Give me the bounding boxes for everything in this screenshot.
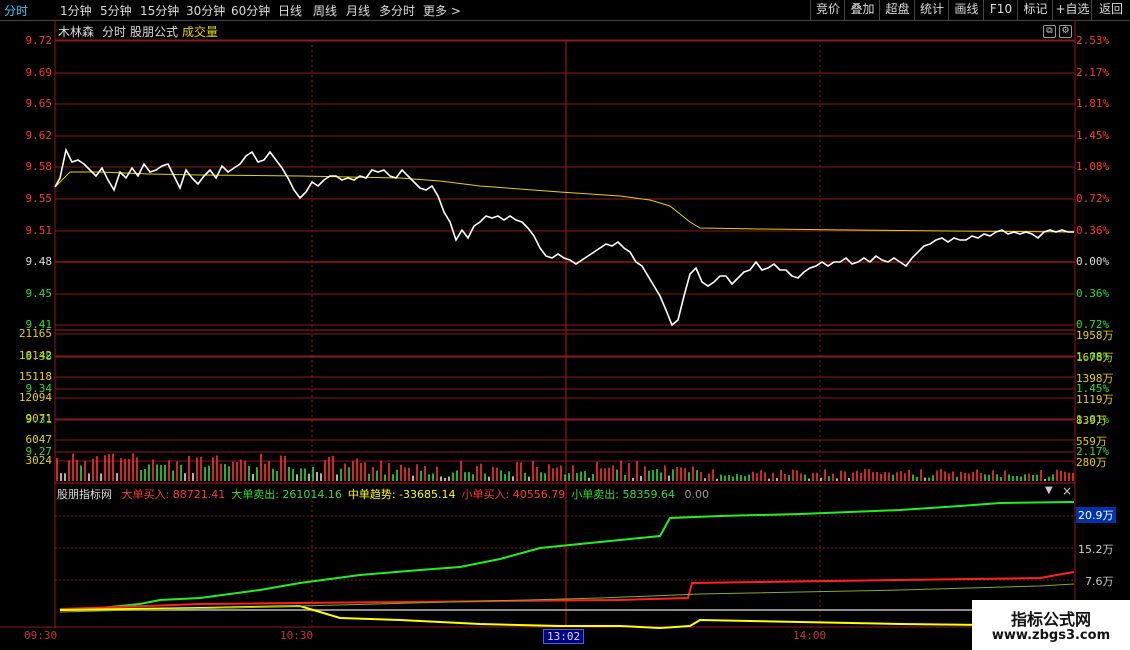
- time-label-1400: 14:00: [793, 629, 827, 642]
- indicator-line: [59, 501, 1075, 611]
- indicator-name-2[interactable]: 成交量: [182, 23, 218, 40]
- volume-tick-label: 3024: [25, 454, 53, 467]
- volume-bars: [56, 453, 1074, 481]
- indicator-value: 0.00: [680, 488, 709, 501]
- indicator-value: 小单买入: 40556.79: [461, 488, 566, 501]
- indicator-value-tag: 20.9万: [1076, 507, 1116, 523]
- indicator-line: [59, 583, 1075, 613]
- indicator-title: 股朋指标网: [57, 488, 112, 501]
- pct-tick-label: 1.45%: [1076, 129, 1110, 142]
- price-line: [54, 147, 1074, 327]
- volume-tick-label: 12094: [18, 391, 52, 404]
- indicator-lines: [59, 501, 1075, 630]
- grid-lines: [55, 40, 1075, 626]
- pct-tick-label: 2.17%: [1076, 66, 1110, 79]
- volume-tick-label: 18142: [18, 349, 52, 362]
- pct-tick-label: 0.72%: [1076, 192, 1110, 205]
- chart-kind: 分时: [102, 25, 127, 39]
- volume-tick-label: 9071: [25, 412, 53, 425]
- volume-tick-label: 1958万: [1076, 329, 1114, 342]
- indicator-axis-label: 7.6万: [1085, 575, 1114, 588]
- pct-tick-label: 2.53%: [1076, 34, 1110, 47]
- time-label-0930: 09:30: [24, 629, 58, 642]
- indicator-value: 大单卖出: 261014.16: [231, 488, 342, 501]
- volume-tick-label: 1119万: [1076, 393, 1114, 406]
- price-tick-label: 9.55: [25, 192, 53, 205]
- close-icon[interactable]: ×: [1062, 484, 1072, 498]
- price-tick-label: 9.51: [25, 224, 53, 237]
- price-tick-label: 9.58: [25, 160, 53, 173]
- volume-tick-label: 6047: [25, 433, 53, 446]
- indicator-value: 大单买入: 88721.41: [121, 488, 226, 501]
- stock-name: 木林森: [58, 25, 95, 39]
- settings-icon[interactable]: ⚙: [1059, 25, 1072, 38]
- volume-tick-label: 1398万: [1076, 372, 1114, 385]
- pct-tick-label: 1.08%: [1076, 160, 1110, 173]
- volume-tick-label: 280万: [1076, 456, 1107, 469]
- intraday-chart[interactable]: [0, 0, 1130, 650]
- volume-tick-label: 15118: [18, 370, 52, 383]
- price-tick-label: 9.45: [25, 287, 53, 300]
- pct-tick-label: 0.36%: [1076, 224, 1110, 237]
- price-tick-label: 9.69: [25, 66, 53, 79]
- volume-tick-label: 1678万: [1076, 351, 1114, 364]
- volume-tick-label: 839万: [1076, 414, 1107, 427]
- price-tick-label: 9.48: [25, 255, 53, 268]
- indicator-header: 股朋指标网 大单买入: 88721.41 大单卖出: 261014.16 中单趋势:…: [57, 486, 709, 502]
- watermark-logo: 指标公式网 www.zbgs3.com: [972, 600, 1130, 650]
- volume-tick-label: 21165: [18, 327, 52, 340]
- pct-tick-label: 0.36%: [1076, 287, 1110, 300]
- avg-price-line: [54, 171, 1075, 233]
- cursor-time-label: 13:02: [543, 629, 585, 644]
- dropdown-icon[interactable]: ▼: [1045, 485, 1053, 496]
- pct-tick-label: 0.00%: [1076, 255, 1110, 268]
- price-tick-label: 9.62: [25, 129, 53, 142]
- indicator-line: [59, 571, 1075, 610]
- indicator-name-1[interactable]: 股朋公式: [130, 23, 178, 40]
- watermark-title: 指标公式网: [1010, 610, 1091, 629]
- indicator-axis-label: 15.2万: [1078, 543, 1114, 556]
- volume-tick-label: 559万: [1076, 435, 1107, 448]
- pct-tick-label: 1.81%: [1076, 97, 1110, 110]
- price-tick-label: 9.72: [25, 34, 53, 47]
- watermark-url: www.zbgs3.com: [991, 628, 1111, 643]
- indicator-value: 中单趋势: -33685.14: [347, 488, 456, 501]
- time-label-1030: 10:30: [280, 629, 314, 642]
- restore-icon[interactable]: ⧉: [1043, 25, 1056, 38]
- price-tick-label: 9.65: [25, 97, 53, 110]
- indicator-value: 小单卖出: 58359.64: [571, 488, 675, 501]
